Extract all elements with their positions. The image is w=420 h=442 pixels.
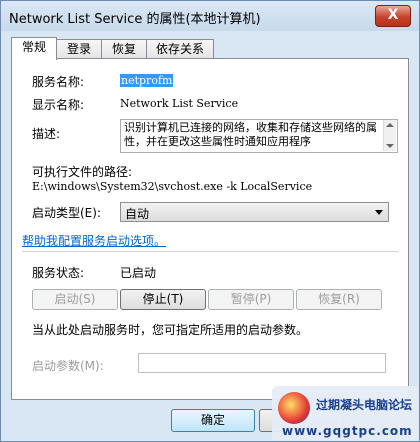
description-scrollbar[interactable] (383, 120, 396, 151)
properties-window: Network List Service 的属性(本地计算机) X 常规 登录 … (0, 0, 420, 442)
watermark: 过期凝头电脑论坛 www.gqgtpc.com (272, 386, 418, 440)
hint-text: 当从此处启动服务时，您可指定所适用的启动参数。 (32, 323, 309, 337)
watermark-url: www.gqgtpc.com (282, 424, 413, 438)
tab-dependencies[interactable]: 依存关系 (146, 39, 214, 59)
stop-button[interactable]: 停止(T) (120, 289, 206, 310)
start-button[interactable]: 启动(S) (32, 289, 118, 310)
service-name-label: 服务名称: (32, 75, 85, 89)
help-link[interactable]: 帮助我配置服务启动选项。 (22, 232, 166, 249)
divider (22, 251, 398, 252)
exe-path-label: 可执行文件的路径: (32, 165, 133, 179)
status-label: 服务状态: (32, 266, 85, 280)
startup-type-label: 启动类型(E): (32, 206, 101, 220)
tab-recovery[interactable]: 恢复 (101, 39, 147, 59)
status-value: 已启动 (120, 266, 157, 280)
tab-general[interactable]: 常规 (11, 37, 57, 60)
start-params-input[interactable] (138, 353, 386, 373)
close-button[interactable]: X (375, 5, 411, 27)
window-title: Network List Service 的属性(本地计算机) (9, 12, 261, 27)
display-name-label: 显示名称: (32, 98, 85, 112)
scroll-down-icon[interactable] (386, 144, 394, 148)
description-label: 描述: (32, 127, 61, 141)
resume-button[interactable]: 恢复(R) (296, 289, 382, 310)
startup-type-select[interactable]: 自动 (120, 202, 389, 222)
general-panel: 服务名称: netprofm 显示名称: Network List Servic… (11, 58, 409, 400)
pause-button[interactable]: 暂停(P) (208, 289, 294, 310)
chevron-down-icon (375, 210, 383, 215)
forum-logo-icon (278, 392, 310, 424)
exe-path-value[interactable]: E:\windows\System32\svchost.exe -k Local… (32, 180, 312, 193)
scroll-up-icon[interactable] (386, 123, 394, 127)
description-box[interactable]: 识别计算机已连接的网络，收集和存储这些网络的属性，并在更改这些属性时通知应用程序 (120, 119, 398, 153)
display-name-value[interactable]: Network List Service (120, 97, 238, 110)
startup-type-value: 自动 (125, 207, 150, 221)
service-name-value[interactable]: netprofm (120, 74, 174, 87)
start-params-label: 启动参数(M): (32, 359, 104, 373)
watermark-text: 过期凝头电脑论坛 (316, 398, 413, 412)
title-bar[interactable]: Network List Service 的属性(本地计算机) X (1, 1, 419, 31)
tab-logon[interactable]: 登录 (56, 39, 102, 59)
ok-button[interactable]: 确定 (171, 409, 255, 432)
